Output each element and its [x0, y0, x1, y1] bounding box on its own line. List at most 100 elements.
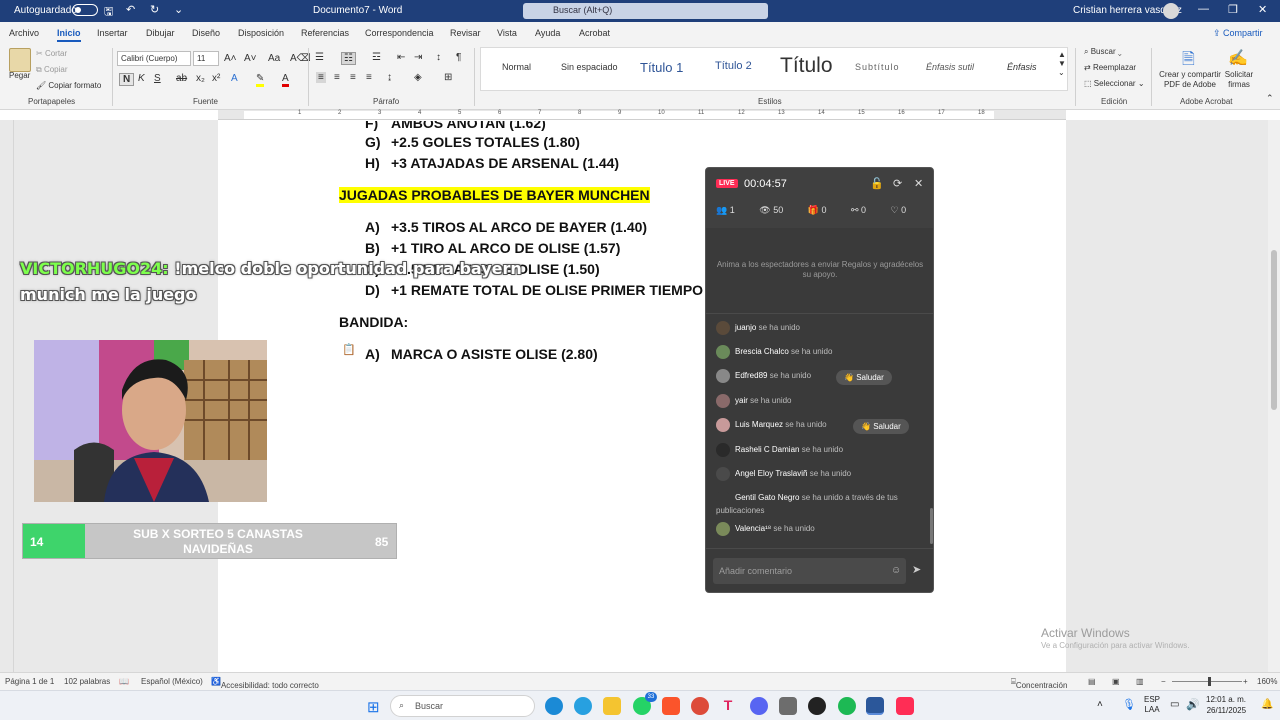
style-normal[interactable]: Normal: [502, 62, 531, 72]
list-item[interactable]: A) +3.5 TIROS AL ARCO DE BAYER (1.40): [365, 219, 647, 235]
cut-button[interactable]: ✂ Cortar: [36, 49, 67, 58]
style-heading-2[interactable]: Título 2: [715, 60, 752, 72]
event-row[interactable]: yair se ha unido: [716, 394, 792, 408]
file-explorer-icon[interactable]: [603, 697, 621, 715]
language[interactable]: Español (México): [141, 677, 203, 686]
copy-button[interactable]: ⧉ Copiar: [36, 65, 68, 75]
find-button[interactable]: ⌕ Buscar ⌄: [1084, 47, 1122, 57]
tab-inicio[interactable]: Inicio: [57, 28, 81, 42]
event-list-scrollbar[interactable]: [930, 508, 933, 544]
minimize-icon[interactable]: —: [1198, 3, 1209, 15]
list-item[interactable]: H) +3 ATAJADAS DE ARSENAL (1.44): [365, 155, 619, 171]
chrome-icon[interactable]: [691, 697, 709, 715]
underline-icon[interactable]: S: [154, 73, 161, 84]
proofing-icon[interactable]: 📖: [119, 677, 129, 686]
text-effects-icon[interactable]: A: [231, 73, 238, 84]
borders-icon[interactable]: ⊞: [444, 72, 452, 83]
zoom-slider-thumb[interactable]: [1208, 677, 1211, 686]
emoji-icon[interactable]: ☺: [891, 565, 901, 576]
typora-icon[interactable]: T: [719, 697, 737, 715]
superscript-icon[interactable]: x²: [212, 73, 220, 84]
style-heading-1[interactable]: Título 1: [640, 60, 683, 75]
edge-icon[interactable]: [545, 697, 563, 715]
tiktok-icon[interactable]: [896, 697, 914, 715]
styles-scroll-icon[interactable]: ▲ ▼ ⌄: [1058, 50, 1066, 77]
bandida-heading[interactable]: BANDIDA:: [339, 314, 408, 330]
accessibility-status[interactable]: ♿ Accesibilidad: todo correcto: [211, 677, 319, 690]
notifications-icon[interactable]: 🔔: [1261, 699, 1273, 710]
comment-input[interactable]: Añadir comentario: [713, 558, 906, 584]
style-no-spacing[interactable]: Sin espaciado: [561, 62, 618, 72]
create-pdf-label[interactable]: Crear y compartir PDF de Adobe: [1157, 70, 1223, 90]
collapse-ribbon-icon[interactable]: ⌃: [1266, 93, 1274, 104]
paste-label[interactable]: Pegar: [9, 71, 30, 80]
align-center-icon[interactable]: ≡: [334, 72, 340, 83]
signature-icon[interactable]: ✍: [1228, 48, 1248, 68]
tab-archivo[interactable]: Archivo: [9, 28, 39, 38]
format-painter-button[interactable]: 🖌 Copiar formato: [36, 81, 101, 90]
close-icon[interactable]: ✕: [914, 177, 923, 190]
taskbar-search[interactable]: ⌕ Buscar: [390, 695, 535, 717]
read-mode-icon[interactable]: ▤: [1088, 677, 1096, 686]
tab-acrobat[interactable]: Acrobat: [579, 28, 610, 38]
show-marks-icon[interactable]: ¶: [456, 52, 461, 63]
spotify-icon[interactable]: [838, 697, 856, 715]
select-button[interactable]: ⬚ Seleccionar ⌄: [1084, 79, 1145, 88]
horizontal-ruler[interactable]: 1 2 3 4 5 6 7 8 9 10 11 12 13 14 15 16 17 18: [218, 110, 1066, 120]
start-icon[interactable]: ⊞: [367, 698, 380, 716]
event-row[interactable]: Edfred89 se ha unido: [716, 369, 811, 383]
event-row[interactable]: Valencia¹⁸ se ha unido: [716, 522, 815, 536]
justify-icon[interactable]: ≡: [366, 72, 372, 83]
avatar[interactable]: [1163, 3, 1179, 19]
volume-icon[interactable]: 🔊: [1186, 698, 1200, 711]
vertical-scrollbar[interactable]: [1268, 120, 1280, 672]
tab-diseno[interactable]: Diseño: [192, 28, 220, 38]
undo-icon[interactable]: ↶: [126, 3, 135, 16]
maximize-icon[interactable]: ❐: [1228, 3, 1238, 16]
event-row[interactable]: Rasheli C Damian se ha unido: [716, 443, 843, 457]
font-color-icon[interactable]: A: [282, 73, 289, 87]
style-subtle-emphasis[interactable]: Énfasis sutil: [926, 62, 974, 72]
greet-button[interactable]: 👋 Saludar: [836, 370, 892, 385]
greet-button[interactable]: 👋 Saludar: [853, 419, 909, 434]
redo-icon[interactable]: ↻: [150, 3, 159, 16]
tray-overflow-icon[interactable]: ˄: [1097, 699, 1103, 710]
discord-icon[interactable]: [750, 697, 768, 715]
network-icon[interactable]: ▭: [1170, 699, 1179, 710]
change-case-icon[interactable]: Aa: [268, 53, 280, 64]
save-icon[interactable]: 🖫: [104, 3, 113, 22]
grow-font-icon[interactable]: A˄: [224, 53, 237, 64]
bold-icon[interactable]: N: [119, 73, 135, 86]
tab-correspondencia[interactable]: Correspondencia: [365, 28, 434, 38]
brave-icon[interactable]: [662, 697, 680, 715]
send-icon[interactable]: ➤: [912, 563, 921, 576]
paste-icon[interactable]: [9, 48, 31, 72]
scrollbar-thumb[interactable]: [1271, 250, 1277, 410]
align-right-icon[interactable]: ≡: [350, 72, 356, 83]
subscript-icon[interactable]: x₂: [196, 73, 205, 84]
section-heading[interactable]: JUGADAS PROBABLES DE BAYER MUNCHEN: [339, 187, 650, 203]
event-row[interactable]: juanjo se ha unido: [716, 321, 800, 335]
tab-ayuda[interactable]: Ayuda: [535, 28, 560, 38]
request-signatures-label[interactable]: Solicitar firmas: [1222, 70, 1256, 90]
calculator-icon[interactable]: [779, 697, 797, 715]
tab-disposicion[interactable]: Disposición: [238, 28, 284, 38]
sort-icon[interactable]: ↕: [436, 52, 441, 63]
zoom-slider[interactable]: [1172, 681, 1242, 682]
shrink-font-icon[interactable]: A˅: [244, 53, 257, 64]
telegram-icon[interactable]: [574, 697, 592, 715]
style-subtitle[interactable]: Subtítulo: [855, 62, 900, 72]
lock-icon[interactable]: 🔓: [870, 177, 884, 190]
zoom-out-icon[interactable]: −: [1161, 677, 1166, 686]
focus-mode[interactable]: ⌸ Concentración: [1011, 677, 1067, 690]
replace-button[interactable]: ⇄ Reemplazar: [1084, 63, 1136, 72]
increase-indent-icon[interactable]: ⇥: [414, 52, 422, 63]
web-layout-icon[interactable]: ▥: [1136, 677, 1144, 686]
style-emphasis[interactable]: Énfasis: [1007, 62, 1037, 72]
decrease-indent-icon[interactable]: ⇤: [397, 52, 405, 63]
list-item[interactable]: A) MARCA O ASISTE OLISE (2.80): [365, 346, 598, 362]
page-count[interactable]: Página 1 de 1: [5, 677, 54, 686]
shading-icon[interactable]: ◈: [414, 72, 422, 83]
numbering-icon[interactable]: ☷: [341, 52, 356, 65]
multilevel-list-icon[interactable]: ☲: [372, 52, 381, 63]
